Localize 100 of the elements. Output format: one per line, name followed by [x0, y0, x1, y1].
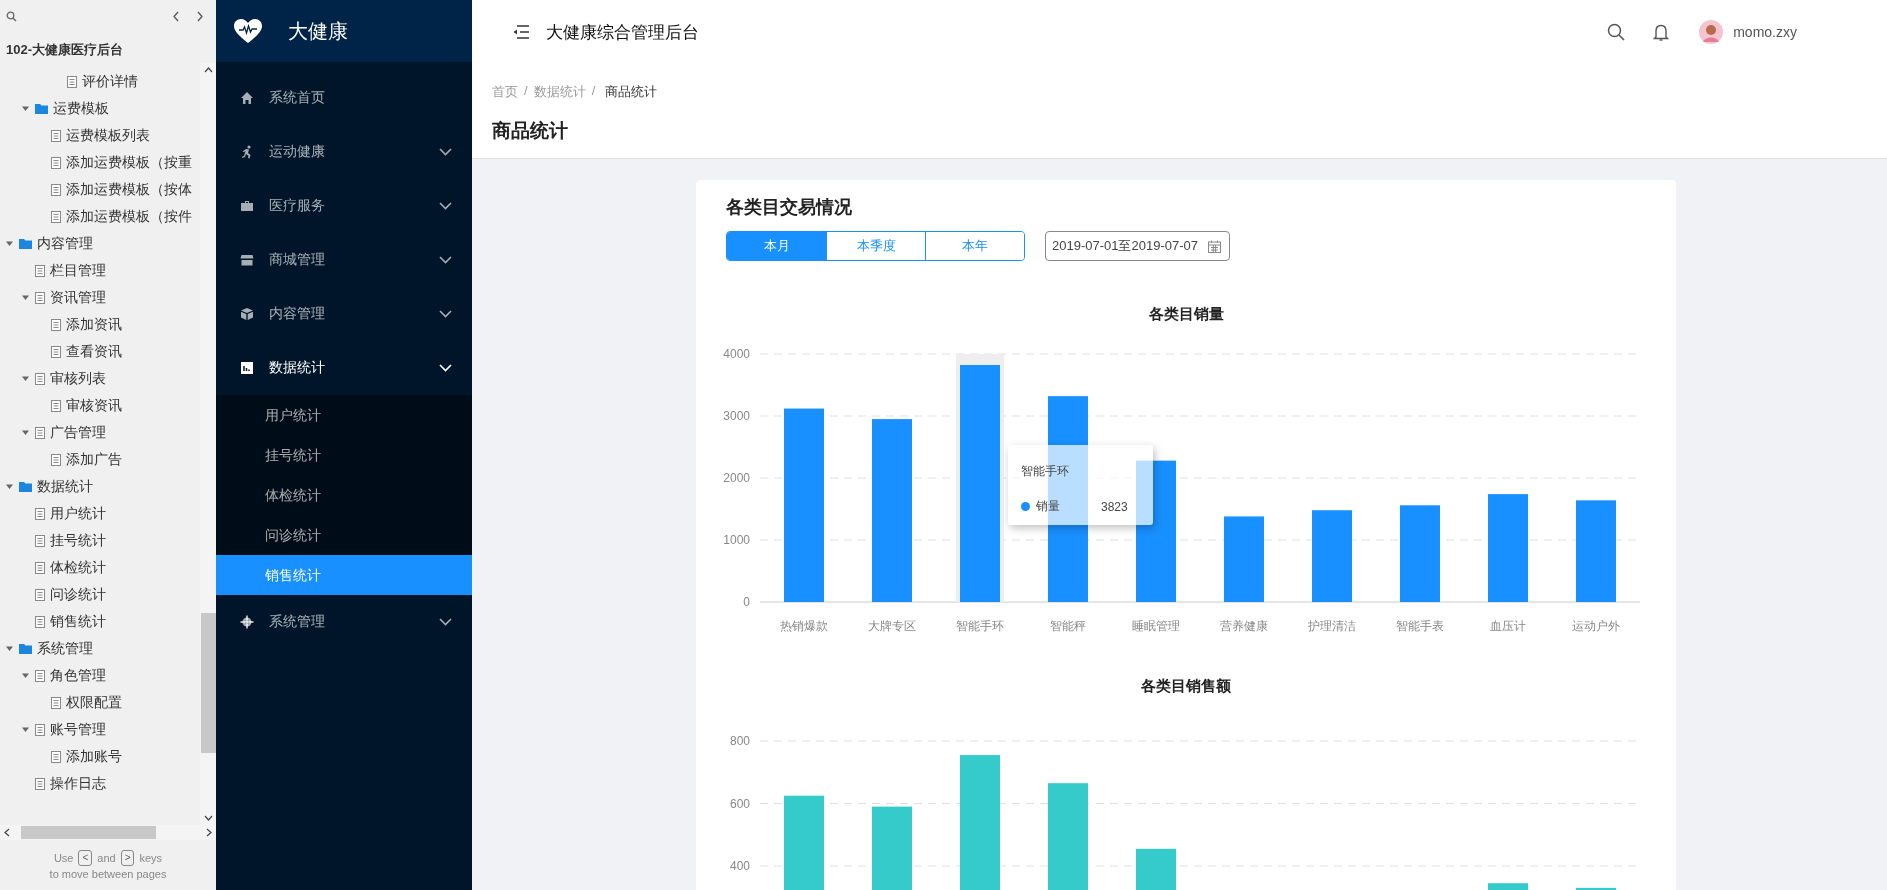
outline-item[interactable]: 运费模板 [53, 99, 109, 118]
outline-item[interactable]: 资讯管理 [50, 288, 106, 307]
outline-item[interactable]: 销售统计 [50, 612, 106, 631]
axis-label: 热销爆款 [780, 619, 828, 633]
search-icon[interactable] [1607, 23, 1626, 41]
submenu-item[interactable]: 用户统计 [216, 395, 472, 435]
outline-item[interactable]: 添加运费模板（按件 [66, 207, 192, 226]
menu-fold-icon[interactable] [512, 25, 530, 39]
caret-icon[interactable] [20, 725, 30, 734]
outline-item[interactable]: 审核列表 [50, 369, 106, 388]
outline-item[interactable]: 添加运费模板（按体 [66, 180, 192, 199]
hint-text: keys [139, 852, 163, 864]
document-icon [51, 750, 61, 763]
hint-text: and [97, 852, 116, 864]
outline-item[interactable]: 用户统计 [50, 504, 106, 523]
outline-item[interactable]: 账号管理 [50, 720, 106, 739]
document-icon [51, 399, 61, 412]
outline-item[interactable]: 角色管理 [50, 666, 106, 685]
axis-label: 血压计 [1490, 619, 1526, 633]
bar [1576, 887, 1616, 890]
outline-item[interactable]: 权限配置 [66, 693, 122, 712]
submenu-item[interactable]: 问诊统计 [216, 515, 472, 555]
scrollbar[interactable] [200, 63, 216, 825]
heart-pulse-icon [234, 18, 262, 44]
menu-item[interactable]: 内容管理 [216, 287, 472, 341]
outline-item[interactable]: 查看资讯 [66, 342, 122, 361]
forward-icon[interactable] [196, 10, 204, 22]
document-icon [35, 426, 45, 439]
outline-item[interactable]: 添加广告 [66, 450, 122, 469]
document-icon [35, 588, 45, 601]
folder-icon [19, 643, 32, 654]
submenu-item[interactable]: 挂号统计 [216, 435, 472, 475]
document-icon [51, 156, 61, 169]
menu-item[interactable]: 商城管理 [216, 233, 472, 287]
outline-item[interactable]: 添加运费模板（按重 [66, 153, 192, 172]
chevron-icon [439, 256, 452, 264]
axis-label: 护理清洁 [1308, 619, 1356, 633]
breadcrumb-separator: / [591, 83, 596, 100]
outline-item[interactable]: 内容管理 [37, 234, 93, 253]
submenu-item[interactable]: 体检统计 [216, 475, 472, 515]
scroll-up-icon[interactable] [203, 67, 213, 73]
outline-item[interactable]: 审核资讯 [66, 396, 122, 415]
axis-label: 智能手表 [1396, 619, 1444, 633]
outline-item[interactable]: 栏目管理 [50, 261, 106, 280]
caret-icon[interactable] [20, 293, 30, 302]
scroll-down-icon[interactable] [203, 815, 213, 821]
caret-icon[interactable] [20, 671, 30, 680]
menu-item[interactable]: 数据统计 [216, 341, 472, 395]
menu-icon [240, 91, 254, 105]
outline-item[interactable]: 广告管理 [50, 423, 106, 442]
caret-icon[interactable] [20, 428, 30, 437]
search-icon[interactable] [6, 10, 17, 22]
bar [1488, 883, 1528, 890]
menu-item[interactable]: 运动健康 [216, 125, 472, 179]
menu-item[interactable]: 系统首页 [216, 71, 472, 125]
menu-item[interactable]: 医疗服务 [216, 179, 472, 233]
outline-item[interactable]: 数据统计 [37, 477, 93, 496]
caret-icon[interactable] [4, 482, 14, 491]
caret-icon[interactable] [20, 374, 30, 383]
brand-name: 大健康 [288, 18, 348, 44]
outline-item[interactable]: 系统管理 [37, 639, 93, 658]
document-icon [35, 264, 45, 277]
axis-label: 400 [729, 859, 750, 873]
outline-item[interactable]: 问诊统计 [50, 585, 106, 604]
outline-item[interactable]: 体检统计 [50, 558, 106, 577]
caret-icon[interactable] [20, 104, 30, 113]
scroll-thumb[interactable] [21, 826, 156, 839]
outline-item[interactable]: 评价详情 [82, 72, 138, 91]
axis-label: 4000 [723, 347, 750, 361]
chevron-icon [439, 364, 452, 372]
bell-icon[interactable] [1653, 22, 1670, 42]
document-icon [51, 318, 61, 331]
menu-item[interactable]: 系统管理 [216, 595, 472, 649]
menu-icon [240, 361, 254, 375]
caret-icon[interactable] [4, 239, 14, 248]
chart-title: 各类目销量 [1148, 305, 1224, 322]
date-range-field[interactable]: 2019-07-01至2019-07-07 [1045, 231, 1230, 261]
axis-label: 600 [729, 796, 750, 811]
outline-item[interactable]: 添加账号 [66, 747, 122, 766]
scroll-left-icon[interactable] [4, 828, 10, 837]
page-title: 商品统计 [492, 119, 569, 143]
caret-icon[interactable] [4, 644, 14, 653]
outline-item[interactable]: 添加资讯 [66, 315, 122, 334]
hint-text: to move between pages [49, 868, 167, 880]
axis-label: 智能手环 [956, 619, 1004, 633]
document-icon [35, 615, 45, 628]
document-icon [67, 75, 77, 88]
outline-item[interactable]: 运费模板列表 [66, 126, 150, 145]
breadcrumb-separator: / [524, 83, 528, 100]
outline-item[interactable]: 挂号统计 [50, 531, 106, 550]
document-icon [35, 291, 45, 304]
username[interactable]: momo.zxy [1733, 24, 1797, 40]
scroll-right-icon[interactable] [206, 828, 212, 837]
axis-label: 营养健康 [1220, 619, 1268, 633]
breadcrumb-item: 商品统计 [605, 83, 658, 101]
avatar[interactable] [1699, 20, 1724, 44]
horizontal-scrollbar[interactable] [0, 825, 216, 840]
scroll-thumb[interactable] [200, 613, 216, 753]
back-icon[interactable] [172, 10, 180, 22]
outline-item[interactable]: 操作日志 [50, 774, 106, 793]
